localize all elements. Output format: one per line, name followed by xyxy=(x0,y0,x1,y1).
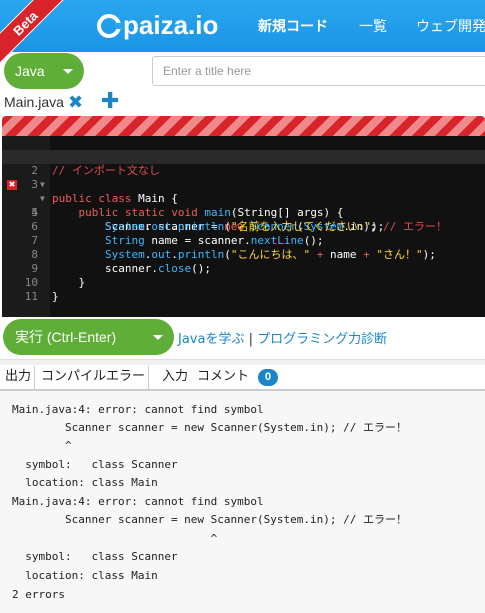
code-line[interactable]: 2 ▼ public class Main { xyxy=(2,150,485,205)
output-line: 2 errors xyxy=(12,588,65,601)
nav-list[interactable]: 一覧 xyxy=(359,16,387,36)
learning-links: Javaを学ぶ | プログラミング力診断 xyxy=(178,328,387,347)
code-line[interactable]: 8 scanner.close(); xyxy=(2,234,485,275)
output-line: Scanner scanner = new Scanner(System.in)… xyxy=(12,421,407,434)
compile-error-output: Main.java:4: error: cannot find symbol S… xyxy=(0,390,485,613)
programming-skill-diagnosis-link[interactable]: プログラミング力診断 xyxy=(257,332,387,347)
code-line[interactable]: 9 } xyxy=(2,248,485,289)
learn-java-link[interactable]: Javaを学ぶ xyxy=(178,332,244,347)
run-label: 実行 (Ctrl-Enter) xyxy=(15,329,117,345)
output-line: location: class Main xyxy=(12,569,158,582)
code-line[interactable]: 10 } xyxy=(2,262,485,303)
code-line[interactable]: 5 System.out.println("名前を入力してください:"); xyxy=(2,192,485,233)
output-line: location: class Main xyxy=(12,476,158,489)
nav-new-code[interactable]: 新規コード xyxy=(258,16,328,36)
language-label: Java xyxy=(15,63,45,79)
error-status-stripe xyxy=(2,116,485,136)
nav-web-development[interactable]: ウェブ開発 xyxy=(416,16,485,36)
output-line: symbol: class Scanner xyxy=(12,458,178,471)
code-line[interactable]: 6 String name = scanner.nextLine(); xyxy=(2,206,485,247)
code-line[interactable]: ✖ 4 Scanner scanner = new Scanner(System… xyxy=(2,178,485,233)
paiza-logo[interactable]: paiza.io xyxy=(97,10,218,41)
logo-text: paiza.io xyxy=(123,10,219,40)
chevron-down-icon xyxy=(63,69,73,74)
top-navigation-bar: Beta paiza.io 新規コード 一覧 ウェブ開発 xyxy=(0,0,485,70)
tab-input[interactable]: 入力 xyxy=(159,366,191,390)
file-tab-main-java[interactable]: Main.java xyxy=(4,94,64,110)
output-line: symbol: class Scanner xyxy=(12,550,178,563)
comment-count-badge: 0 xyxy=(258,369,278,386)
chevron-down-icon[interactable] xyxy=(153,335,163,340)
code-line[interactable]: 7 System.out.println("こんにちは、" + name + "… xyxy=(2,220,485,261)
line-number: 11 xyxy=(24,290,38,303)
code-editor[interactable]: 1 // インポート文なし 2 ▼ public class Main { 3 … xyxy=(2,136,485,317)
tab-output[interactable]: 出力 xyxy=(2,366,36,390)
tab-compile-error[interactable]: コンパイルエラー xyxy=(38,366,150,390)
close-icon[interactable]: ✖ xyxy=(68,92,83,113)
link-separator: | xyxy=(248,332,253,347)
run-button[interactable]: 実行 (Ctrl-Enter) xyxy=(3,319,174,355)
logo-mark-icon xyxy=(97,13,123,38)
error-marker-icon[interactable]: ✖ xyxy=(7,180,17,190)
output-line: ^ xyxy=(12,532,218,545)
code-line[interactable]: 11 xyxy=(2,276,485,303)
title-input[interactable] xyxy=(152,56,485,86)
code-line[interactable]: 3 ▼ public static void main(String[] arg… xyxy=(2,164,485,219)
output-line: Main.java:4: error: cannot find symbol xyxy=(12,403,264,416)
section-divider xyxy=(0,359,485,365)
language-select-button[interactable]: Java xyxy=(4,53,84,89)
output-tabs: 出力 コンパイルエラー 入力 コメント xyxy=(0,366,485,390)
output-line: Main.java:4: error: cannot find symbol xyxy=(12,495,264,508)
code-text: } xyxy=(52,290,59,303)
add-file-icon[interactable]: ✚ xyxy=(101,89,119,114)
code-line[interactable]: 1 // インポート文なし xyxy=(2,136,485,177)
output-line: ^ xyxy=(12,439,72,452)
output-line: Scanner scanner = new Scanner(System.in)… xyxy=(12,513,407,526)
tab-comment[interactable]: コメント xyxy=(194,366,252,390)
